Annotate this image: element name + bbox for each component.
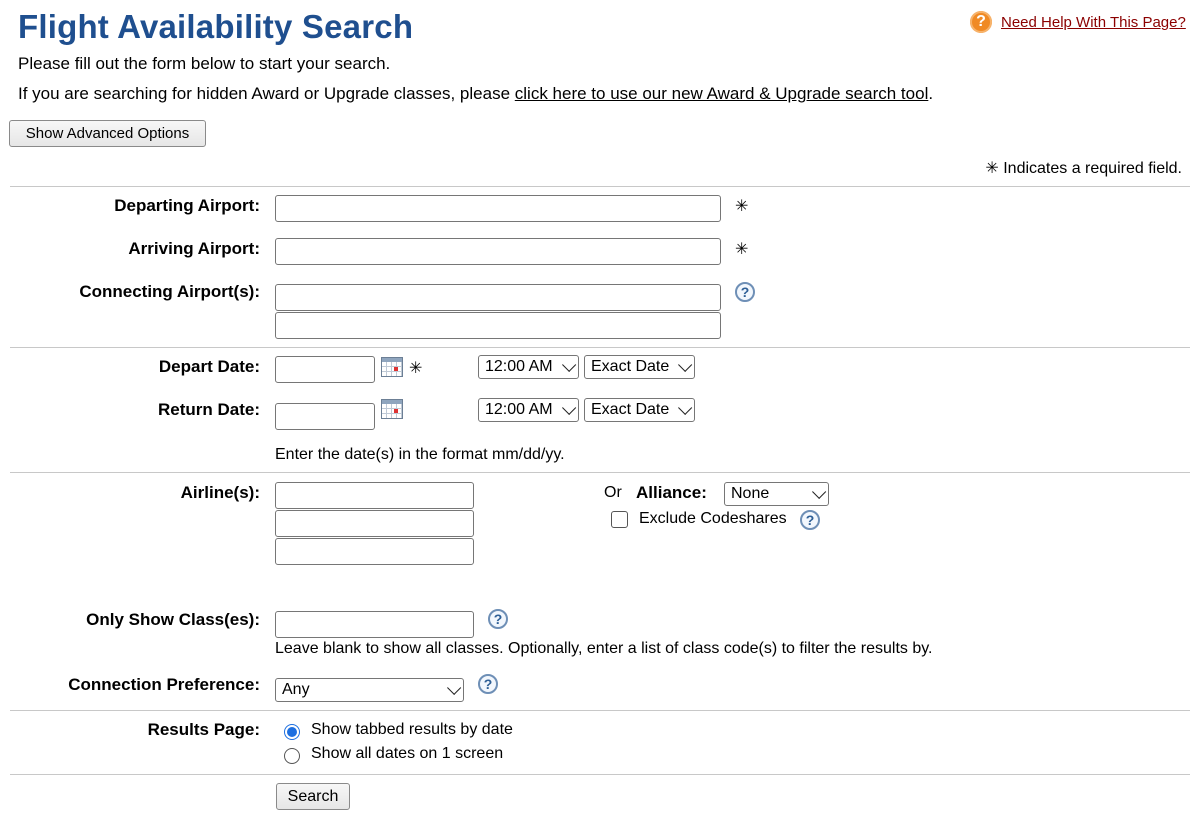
return-flex-select[interactable]: Exact Date — [584, 398, 695, 422]
departing-airport-input[interactable] — [275, 195, 721, 222]
connection-preference-label: Connection Preference: — [68, 675, 260, 694]
page-title: Flight Availability Search — [18, 8, 414, 45]
divider — [10, 472, 1190, 473]
alliance-label: Alliance: — [636, 483, 707, 502]
departing-airport-label: Departing Airport: — [114, 196, 260, 215]
divider — [10, 347, 1190, 348]
airline-input-1[interactable] — [275, 482, 474, 509]
radio-all-dates[interactable] — [284, 748, 300, 764]
return-calendar-icon[interactable] — [381, 399, 403, 419]
depart-date-label: Depart Date: — [158, 357, 260, 376]
return-flex-value: Exact Date — [591, 401, 670, 418]
airline-input-3[interactable] — [275, 538, 474, 565]
required-asterisk-icon: ✳ — [985, 160, 999, 177]
exclude-codeshares-label: Exclude Codeshares — [639, 510, 787, 527]
return-date-label: Return Date: — [157, 400, 260, 419]
connection-preference-select[interactable]: Any — [275, 678, 464, 702]
results-page-label: Results Page: — [147, 720, 260, 739]
required-asterisk-icon: ✳ — [735, 241, 749, 258]
intro-line-1: Please fill out the form below to start … — [18, 54, 391, 73]
depart-date-input[interactable] — [275, 356, 375, 383]
all-dates-label: Show all dates on 1 screen — [311, 745, 504, 762]
required-asterisk-icon: ✳ — [409, 360, 423, 377]
chevron-down-icon — [678, 357, 693, 372]
award-upgrade-tool-link[interactable]: click here to use our new Award & Upgrad… — [515, 84, 929, 103]
return-time-value: 12:00 AM — [485, 401, 553, 418]
divider — [10, 186, 1190, 187]
connecting-airports-help-icon[interactable]: ? — [735, 282, 755, 302]
depart-flex-select[interactable]: Exact Date — [584, 355, 695, 379]
chevron-down-icon — [562, 400, 577, 415]
chevron-down-icon — [678, 400, 693, 415]
connection-preference-value: Any — [282, 681, 310, 698]
chevron-down-icon — [812, 484, 827, 499]
connection-help-icon[interactable]: ? — [478, 674, 498, 694]
intro-line-2: If you are searching for hidden Award or… — [18, 84, 933, 104]
date-format-hint: Enter the date(s) in the format mm/dd/yy… — [275, 446, 565, 463]
chevron-down-icon — [447, 680, 462, 695]
alliance-select[interactable]: None — [724, 482, 829, 506]
alliance-value: None — [731, 485, 770, 502]
airline-input-2[interactable] — [275, 510, 474, 537]
codeshares-help-icon[interactable]: ? — [800, 510, 820, 530]
connecting-airports-label: Connecting Airport(s): — [79, 282, 260, 301]
divider — [10, 710, 1190, 711]
radio-tabbed-results[interactable] — [284, 724, 300, 740]
classes-hint: Leave blank to show all classes. Optiona… — [275, 640, 933, 657]
exclude-codeshares-checkbox[interactable] — [611, 511, 628, 528]
arriving-airport-label: Arriving Airport: — [128, 239, 260, 258]
required-asterisk-icon: ✳ — [735, 198, 749, 215]
intro-line-2-prefix: If you are searching for hidden Award or… — [18, 84, 515, 103]
depart-time-value: 12:00 AM — [485, 358, 553, 375]
connecting-airport-input-2[interactable] — [275, 312, 721, 339]
or-text: Or — [604, 484, 622, 501]
show-advanced-options-button[interactable]: Show Advanced Options — [9, 120, 206, 147]
question-mark-icon[interactable]: ? — [970, 11, 992, 33]
chevron-down-icon — [562, 357, 577, 372]
arriving-airport-input[interactable] — [275, 238, 721, 265]
need-help-link[interactable]: Need Help With This Page? — [1001, 14, 1186, 31]
airlines-label: Airline(s): — [180, 483, 260, 502]
depart-time-select[interactable]: 12:00 AM — [478, 355, 579, 379]
required-note-text: Indicates a required field. — [1003, 160, 1182, 177]
tabbed-results-label: Show tabbed results by date — [311, 721, 513, 738]
search-button[interactable]: Search — [276, 783, 350, 810]
help-link-group[interactable]: ? Need Help With This Page? — [970, 10, 1186, 34]
required-field-note: ✳ Indicates a required field. — [985, 158, 1182, 178]
divider — [10, 774, 1190, 775]
depart-flex-value: Exact Date — [591, 358, 670, 375]
classes-help-icon[interactable]: ? — [488, 609, 508, 629]
classes-input[interactable] — [275, 611, 474, 638]
depart-calendar-icon[interactable] — [381, 357, 403, 377]
intro-line-2-suffix: . — [928, 84, 934, 103]
return-time-select[interactable]: 12:00 AM — [478, 398, 579, 422]
return-date-input[interactable] — [275, 403, 375, 430]
connecting-airport-input-1[interactable] — [275, 284, 721, 311]
only-show-classes-label: Only Show Class(es): — [86, 610, 260, 629]
